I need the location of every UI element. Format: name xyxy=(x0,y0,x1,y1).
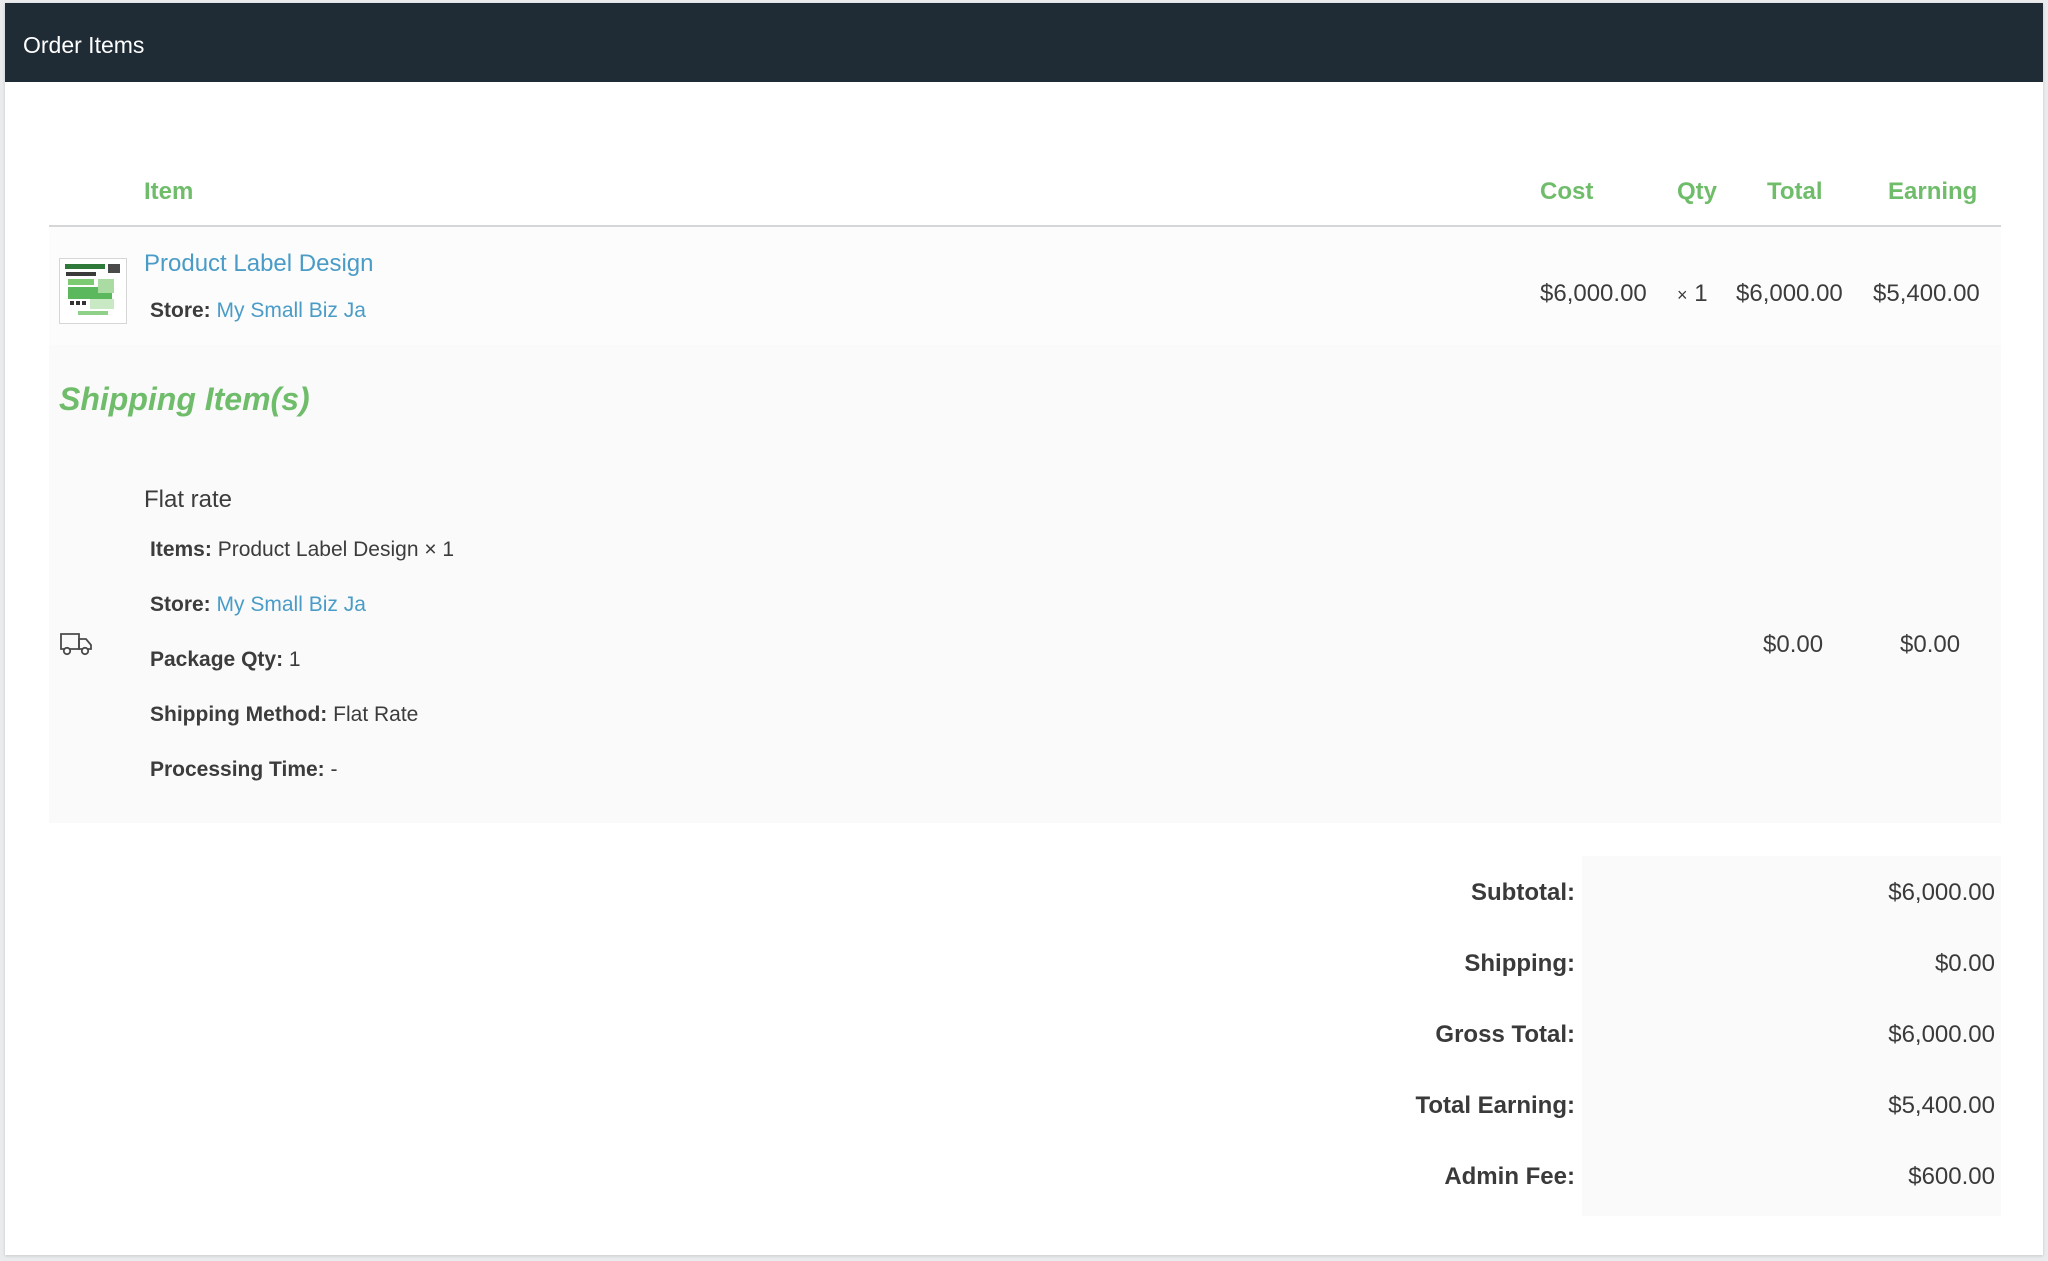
subtotal-value: $6,000.00 xyxy=(1888,879,1995,906)
admin-fee-value: $600.00 xyxy=(1908,1163,1995,1190)
package-qty-label: Package Qty: xyxy=(150,648,284,671)
panel-header: Order Items xyxy=(5,3,2043,82)
shipping-method: Shipping Method: Flat Rate xyxy=(150,701,418,729)
shipping-items-label: Items: xyxy=(150,538,212,561)
processing-time: Processing Time: - xyxy=(150,756,338,784)
package-qty: Package Qty: 1 xyxy=(150,646,301,674)
order-items-panel: Order Items Item Cost Qty Total Earning … xyxy=(5,3,2043,1255)
product-thumbnail-icon[interactable] xyxy=(59,258,127,324)
product-store-label: Store: xyxy=(150,299,211,322)
package-qty-value: 1 xyxy=(288,648,301,671)
column-header-qty[interactable]: Qty xyxy=(1677,177,1717,207)
item-earning: $5,400.00 xyxy=(1873,280,1980,307)
shipping-items: Items: Product Label Design × 1 xyxy=(150,536,454,564)
shipping-store-label: Store: xyxy=(150,593,211,616)
processing-time-label: Processing Time: xyxy=(150,758,325,781)
qty-multiplier: × xyxy=(1677,285,1688,305)
table-row xyxy=(49,227,2001,345)
item-cost: $6,000.00 xyxy=(1540,280,1647,307)
total-earning-value: $5,400.00 xyxy=(1888,1092,1995,1119)
shipping-total: $0.00 xyxy=(1763,631,1824,658)
product-store: Store: My Small Biz Ja xyxy=(150,297,366,325)
processing-time-value: - xyxy=(330,758,338,781)
item-total: $6,000.00 xyxy=(1736,280,1843,307)
shipping-method-value: Flat Rate xyxy=(333,703,419,726)
gross-total-label: Gross Total: xyxy=(1435,1021,1575,1048)
column-header-item[interactable]: Item xyxy=(144,177,193,207)
truck-icon xyxy=(59,631,93,662)
shipping-section-title: Shipping Item(s) xyxy=(59,381,310,417)
gross-total-value: $6,000.00 xyxy=(1888,1021,1995,1048)
product-name-link[interactable]: Product Label Design xyxy=(144,249,373,279)
shipping-method-label: Shipping Method: xyxy=(150,703,328,726)
column-header-total[interactable]: Total xyxy=(1767,177,1823,207)
shipping-section xyxy=(49,345,2001,823)
shipping-items-value: Product Label Design × 1 xyxy=(217,538,455,561)
shipping-method-name: Flat rate xyxy=(144,486,233,513)
product-store-link[interactable]: My Small Biz Ja xyxy=(217,299,366,322)
item-qty: × 1 xyxy=(1677,279,1708,310)
shipping-total-label: Shipping: xyxy=(1464,950,1575,977)
shipping-total-value: $0.00 xyxy=(1934,950,1995,977)
admin-fee-label: Admin Fee: xyxy=(1444,1163,1575,1190)
item-qty-value: 1 xyxy=(1694,280,1708,307)
column-header-cost[interactable]: Cost xyxy=(1540,177,1593,207)
total-earning-label: Total Earning: xyxy=(1415,1092,1575,1119)
column-header-earning[interactable]: Earning xyxy=(1888,177,1977,207)
panel-title: Order Items xyxy=(23,32,145,58)
shipping-earning: $0.00 xyxy=(1900,631,1961,658)
shipping-store: Store: My Small Biz Ja xyxy=(150,591,366,619)
subtotal-label: Subtotal: xyxy=(1471,879,1575,906)
shipping-store-link[interactable]: My Small Biz Ja xyxy=(217,593,366,616)
